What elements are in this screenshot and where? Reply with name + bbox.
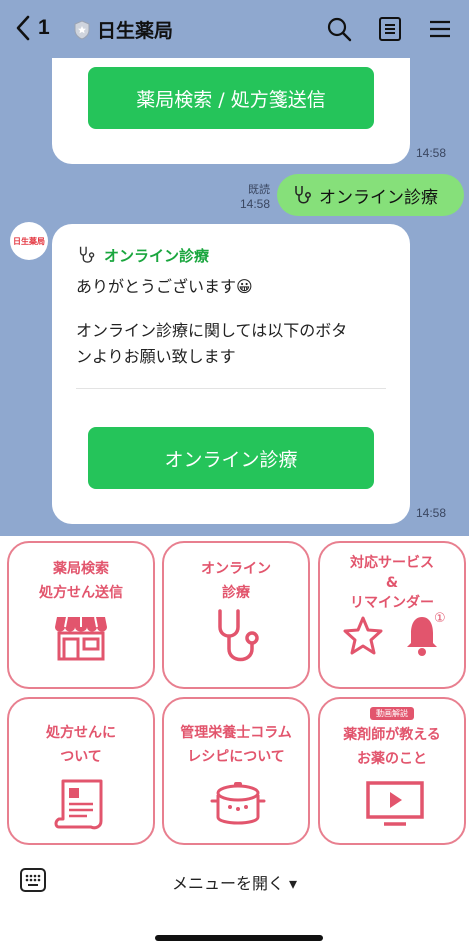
sent-time: 14:58 xyxy=(239,197,270,211)
stethoscope-icon xyxy=(218,609,259,662)
read-receipt: 既読 14:58 xyxy=(232,182,270,212)
video-tag: 動画解説 xyxy=(370,707,414,720)
tile-label: レシピについて xyxy=(187,749,285,765)
pharmacy-avatar[interactable]: 日生薬局 xyxy=(10,222,48,260)
online-consult-button[interactable]: オンライン診療 xyxy=(88,427,374,489)
sent-message-bubble: オンライン診療 xyxy=(277,174,464,216)
stethoscope-icon xyxy=(295,186,311,204)
tile-online-consult[interactable]: オンライン 診療 xyxy=(162,541,310,689)
tile-label: 管理栄養士コラム xyxy=(180,725,292,741)
message-time: 14:58 xyxy=(416,506,447,520)
reply-heading-text: オンライン診療 xyxy=(104,246,210,265)
tile-label: オンライン xyxy=(201,561,271,577)
tile-label: 処方せんに xyxy=(46,725,116,741)
tile-label: 薬剤師が教える xyxy=(343,727,441,743)
reply-line-1: ありがとうございます😀 xyxy=(76,277,253,296)
tile-nutrition-column[interactable]: 管理栄養士コラム レシピについて xyxy=(162,697,310,845)
stethoscope-icon xyxy=(79,246,95,263)
shop-icon xyxy=(55,616,107,661)
tile-label: ついて xyxy=(60,749,102,765)
reply-heading: オンライン診療 xyxy=(76,244,209,266)
tile-services-reminder[interactable]: 対応サービス & リマインダー ① xyxy=(318,541,466,689)
search-icon[interactable] xyxy=(326,16,352,42)
reply-card: オンライン診療 ありがとうございます😀 オンライン診療に関しては以下のボタ ンよ… xyxy=(52,224,410,524)
tile-pharmacy-search[interactable]: 薬局検索 処方せん送信 xyxy=(7,541,155,689)
tile-label: お薬のこと xyxy=(357,751,427,767)
notes-icon[interactable] xyxy=(377,16,403,42)
bottom-bar: メニューを開く ▾ xyxy=(0,852,469,951)
menu-icon[interactable] xyxy=(427,16,453,42)
back-button[interactable]: 1 xyxy=(14,14,50,42)
read-label: 既読 xyxy=(248,183,270,196)
cooking-pot-icon xyxy=(210,782,266,825)
tile-medicine-video[interactable]: 動画解説 薬剤師が教える お薬のこと xyxy=(318,697,466,845)
unread-count: 1 xyxy=(38,16,50,39)
rich-menu: 薬局検索 処方せん送信 オンライン 診療 対応サービス & リマインダー ① 処… xyxy=(0,536,469,852)
sent-message-text: オンライン診療 xyxy=(319,187,438,208)
tile-label: 診療 xyxy=(222,585,250,601)
tile-about-prescription[interactable]: 処方せんに ついて xyxy=(7,697,155,845)
chat-header: 1 日生薬局 xyxy=(0,0,469,58)
badge-number: ① xyxy=(434,611,446,626)
video-player-icon xyxy=(366,781,424,826)
verified-shield-icon xyxy=(74,20,90,40)
chat-area[interactable]: 薬局検索 / 処方箋送信 14:58 既読 14:58 オンライン診療 日生薬局… xyxy=(0,58,469,536)
pharmacy-search-card: 薬局検索 / 処方箋送信 xyxy=(52,58,410,164)
open-menu-button[interactable]: メニューを開く ▾ xyxy=(0,870,469,894)
tile-label: 処方せん送信 xyxy=(39,585,123,601)
reply-line-2: オンライン診療に関しては以下のボタ xyxy=(76,321,348,340)
tile-label: 薬局検索 xyxy=(53,561,109,577)
star-icon xyxy=(343,616,383,655)
prescription-scroll-icon xyxy=(54,779,103,830)
reply-line-3: ンよりお願い致します xyxy=(76,347,236,366)
chat-title: 日生薬局 xyxy=(97,20,174,42)
divider xyxy=(76,388,386,389)
message-time: 14:58 xyxy=(416,146,447,160)
home-indicator[interactable] xyxy=(155,935,323,941)
pharmacy-search-button[interactable]: 薬局検索 / 処方箋送信 xyxy=(88,67,374,129)
chevron-left-icon xyxy=(16,15,30,41)
